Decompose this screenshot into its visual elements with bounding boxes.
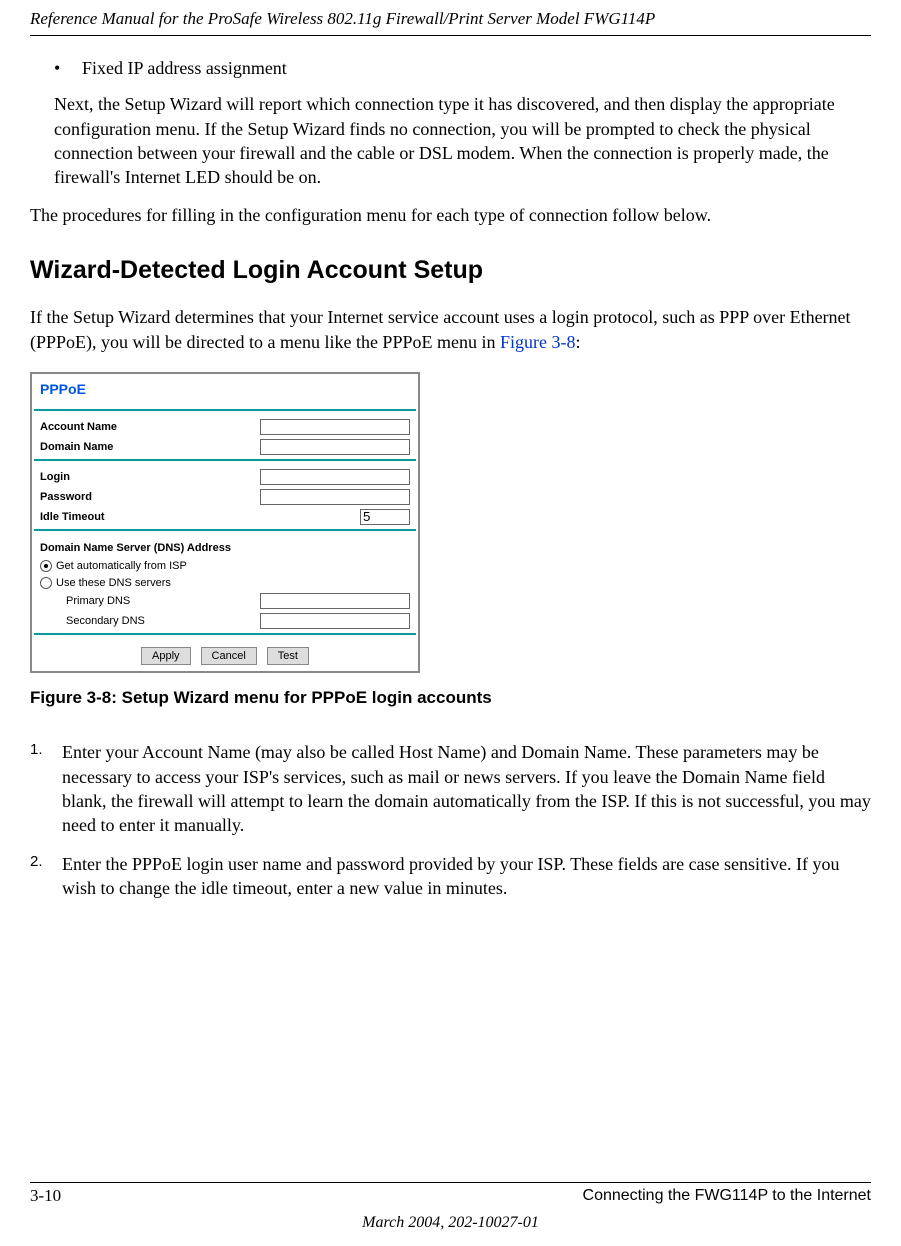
idle-timeout-label: Idle Timeout: [40, 510, 360, 525]
step-2-number: 2.: [30, 852, 62, 901]
dns-use-label: Use these DNS servers: [56, 576, 171, 591]
bullet-item: • Fixed IP address assignment: [54, 56, 871, 80]
cancel-button[interactable]: Cancel: [201, 647, 257, 665]
password-row: Password: [34, 487, 416, 507]
section-heading-wizard-login: Wizard-Detected Login Account Setup: [30, 254, 871, 288]
domain-name-label: Domain Name: [40, 440, 260, 455]
dns-auto-label: Get automatically from ISP: [56, 559, 187, 574]
dns-section-label: Domain Name Server (DNS) Address: [34, 537, 416, 558]
intro-text-post: :: [575, 332, 580, 352]
secondary-dns-row: Secondary DNS: [34, 611, 416, 631]
primary-dns-row: Primary DNS: [34, 591, 416, 611]
separator: [34, 633, 416, 635]
paragraph-wizard-report: Next, the Setup Wizard will report which…: [54, 92, 871, 189]
radio-unselected-icon[interactable]: [40, 577, 52, 589]
account-name-row: Account Name: [34, 417, 416, 437]
apply-button[interactable]: Apply: [141, 647, 191, 665]
separator: [34, 529, 416, 531]
dns-auto-row[interactable]: Get automatically from ISP: [34, 558, 416, 575]
secondary-dns-input[interactable]: [260, 613, 410, 629]
step-1-number: 1.: [30, 740, 62, 837]
paragraph-procedures: The procedures for filling in the config…: [30, 203, 871, 227]
primary-dns-label: Primary DNS: [40, 594, 260, 609]
page-number: 3-10: [30, 1185, 61, 1208]
secondary-dns-label: Secondary DNS: [40, 614, 260, 629]
running-header: Reference Manual for the ProSafe Wireles…: [30, 0, 871, 35]
account-name-input[interactable]: [260, 419, 410, 435]
login-row: Login: [34, 467, 416, 487]
test-button[interactable]: Test: [267, 647, 309, 665]
button-row: Apply Cancel Test: [34, 641, 416, 665]
footer-dateline: March 2004, 202-10027-01: [30, 1208, 871, 1234]
idle-timeout-row: Idle Timeout: [34, 507, 416, 527]
account-name-label: Account Name: [40, 420, 260, 435]
step-1: 1. Enter your Account Name (may also be …: [30, 740, 871, 837]
bullet-text: Fixed IP address assignment: [82, 56, 287, 80]
password-input[interactable]: [260, 489, 410, 505]
login-input[interactable]: [260, 469, 410, 485]
login-label: Login: [40, 470, 260, 485]
separator: [34, 409, 416, 411]
password-label: Password: [40, 490, 260, 505]
chapter-title: Connecting the FWG114P to the Internet: [583, 1185, 871, 1208]
domain-name-input[interactable]: [260, 439, 410, 455]
bullet-marker: •: [54, 56, 82, 80]
step-2: 2. Enter the PPPoE login user name and p…: [30, 852, 871, 901]
dns-use-row[interactable]: Use these DNS servers: [34, 575, 416, 592]
step-1-body: Enter your Account Name (may also be cal…: [62, 740, 871, 837]
idle-timeout-input[interactable]: [360, 509, 410, 525]
intro-text-pre: If the Setup Wizard determines that your…: [30, 307, 851, 351]
separator: [34, 459, 416, 461]
figure-caption: Figure 3-8: Setup Wizard menu for PPPoE …: [30, 687, 871, 710]
paragraph-intro-pppoe: If the Setup Wizard determines that your…: [30, 305, 871, 354]
pppoe-title: PPPoE: [34, 376, 416, 407]
header-rule: [30, 35, 871, 36]
step-2-body: Enter the PPPoE login user name and pass…: [62, 852, 871, 901]
primary-dns-input[interactable]: [260, 593, 410, 609]
pppoe-panel: PPPoE Account Name Domain Name Login Pas…: [30, 372, 420, 673]
radio-selected-icon[interactable]: [40, 560, 52, 572]
figure-link[interactable]: Figure 3-8: [500, 332, 576, 352]
domain-name-row: Domain Name: [34, 437, 416, 457]
page-footer: 3-10 Connecting the FWG114P to the Inter…: [30, 1182, 871, 1246]
